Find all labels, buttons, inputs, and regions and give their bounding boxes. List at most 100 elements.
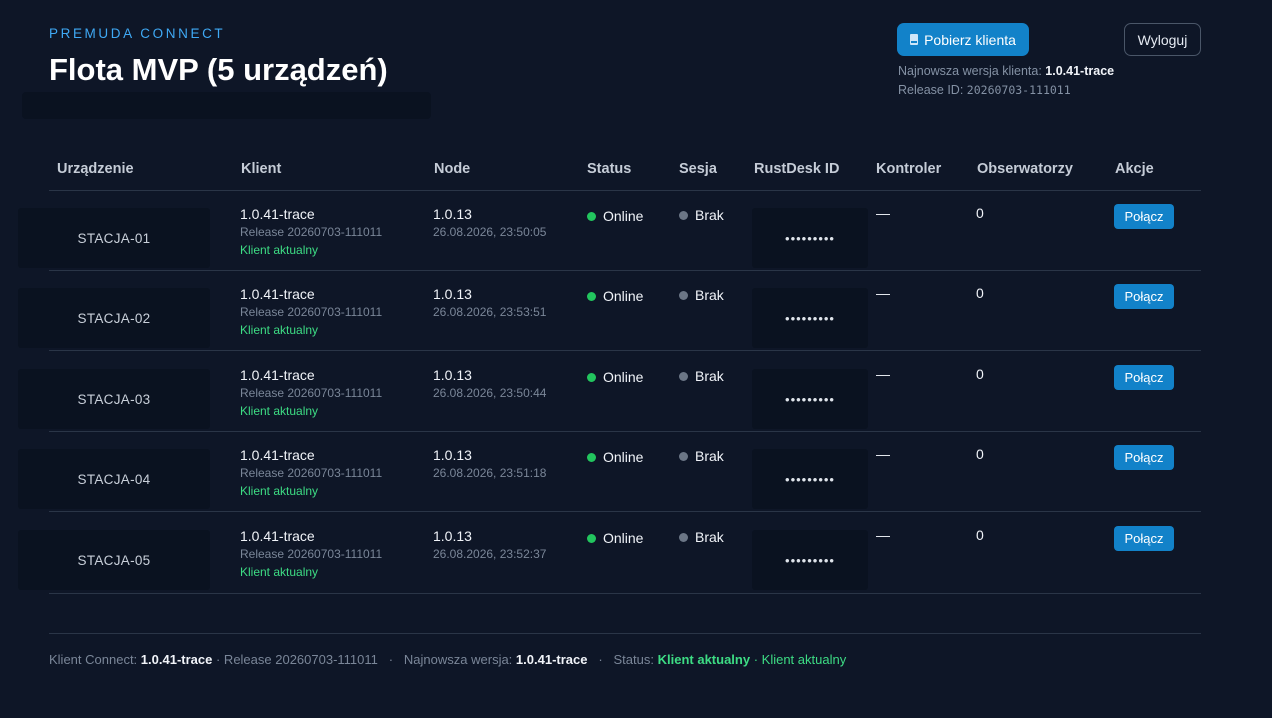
status-text: Online	[603, 208, 644, 224]
client-cell: 1.0.41-trace Release 20260703-111011 Klien…	[240, 367, 382, 418]
status-cell: Online	[587, 208, 643, 224]
status-text: Online	[603, 530, 644, 546]
session-text: Brak	[695, 448, 724, 464]
release-id-value: 20260703-111011	[966, 83, 1071, 97]
connect-button[interactable]: Połącz	[1114, 445, 1174, 470]
session-dot-icon	[679, 210, 688, 220]
table-row: STACJA-02 1.0.41-trace Release 20260703-11…	[0, 271, 1272, 351]
client-state: Klient aktualny	[240, 404, 319, 418]
controller-value: —	[876, 366, 890, 382]
footer-separator: ·	[388, 652, 394, 667]
footer-latest-label: Najnowsza wersja:	[403, 652, 513, 667]
download-client-label: Pobierz klienta	[924, 31, 1016, 48]
row-divider	[49, 350, 1201, 351]
controller-value: —	[876, 527, 890, 543]
node-version: 1.0.13	[433, 528, 472, 544]
status-text: Online	[603, 449, 644, 465]
rustdesk-id-masked: •••••••••	[752, 208, 868, 268]
session-dot-icon	[679, 532, 688, 542]
connect-button[interactable]: Połącz	[1114, 284, 1174, 309]
session-cell: Brak	[679, 529, 724, 545]
session-dot-icon	[679, 371, 688, 381]
column-header-actions: Akcje	[1115, 161, 1154, 177]
node-timestamp: 26.08.2026, 23:50:05	[433, 225, 547, 239]
table-row: STACJA-05 1.0.41-trace Release 20260703-11…	[0, 513, 1272, 593]
client-version: 1.0.41-trace	[240, 206, 315, 222]
status-cell: Online	[587, 449, 643, 465]
logout-button[interactable]: Wyloguj	[1124, 23, 1201, 56]
client-state: Klient aktualny	[240, 243, 319, 257]
node-version: 1.0.13	[433, 367, 472, 383]
node-timestamp: 26.08.2026, 23:53:51	[433, 305, 547, 319]
session-cell: Brak	[679, 448, 724, 464]
table-row: STACJA-03 1.0.41-trace Release 20260703-11…	[0, 352, 1272, 432]
footer-status-label: Status:	[613, 652, 654, 667]
rustdesk-id-masked: •••••••••	[752, 530, 868, 590]
client-state: Klient aktualny	[240, 565, 319, 579]
latest-version-info: Najnowsza wersja klienta: 1.0.41-trace	[898, 64, 1114, 78]
observers-count: 0	[976, 527, 984, 543]
row-divider	[49, 511, 1201, 512]
observers-count: 0	[976, 366, 984, 382]
footer-status-extra: · Klient aktualny	[753, 652, 847, 667]
column-header-client: Klient	[241, 161, 282, 177]
node-version: 1.0.13	[433, 206, 472, 222]
rustdesk-id-masked: •••••••••	[752, 288, 868, 348]
node-cell: 1.0.13 26.08.2026, 23:52:37	[433, 528, 546, 561]
client-release: Release 20260703-111011	[240, 225, 383, 239]
column-header-observers: Obserwatorzy	[977, 161, 1073, 177]
device-name: STACJA-03	[18, 369, 210, 429]
online-dot-icon	[587, 452, 596, 462]
device-name: STACJA-04	[18, 449, 210, 509]
device-name: STACJA-01	[18, 208, 210, 268]
redacted-subtitle	[22, 92, 431, 119]
status-cell: Online	[587, 288, 643, 304]
device-name: STACJA-05	[18, 530, 210, 590]
connect-button[interactable]: Połącz	[1114, 526, 1174, 551]
session-text: Brak	[695, 368, 724, 384]
connect-button[interactable]: Połącz	[1114, 365, 1174, 390]
page-title: Flota MVP (5 urządzeń)	[49, 52, 388, 87]
footer-separator: ·	[598, 652, 603, 667]
release-id-info: Release ID: 20260703-111011	[898, 83, 1071, 97]
column-header-device: Urządzenie	[57, 161, 134, 177]
session-text: Brak	[695, 207, 724, 223]
footer-client-value: 1.0.41-trace	[140, 652, 213, 667]
session-text: Brak	[695, 529, 724, 545]
column-header-node: Node	[434, 161, 471, 177]
node-timestamp: 26.08.2026, 23:52:37	[433, 547, 547, 561]
online-dot-icon	[587, 372, 596, 382]
session-cell: Brak	[679, 207, 724, 223]
session-dot-icon	[679, 290, 688, 300]
client-state: Klient aktualny	[240, 484, 319, 498]
session-dot-icon	[679, 451, 688, 461]
row-divider	[49, 593, 1201, 594]
client-version: 1.0.41-trace	[240, 367, 315, 383]
footer-release: · Release 20260703-111011	[215, 652, 378, 667]
footer-latest-value: 1.0.41-trace	[515, 652, 588, 667]
client-cell: 1.0.41-trace Release 20260703-111011 Klien…	[240, 528, 382, 579]
client-release: Release 20260703-111011	[240, 305, 383, 319]
observers-count: 0	[976, 205, 984, 221]
node-cell: 1.0.13 26.08.2026, 23:50:44	[433, 367, 546, 400]
online-dot-icon	[587, 211, 596, 221]
node-cell: 1.0.13 26.08.2026, 23:50:05	[433, 206, 546, 239]
rustdesk-id-masked: •••••••••	[752, 449, 868, 509]
column-header-session: Sesja	[679, 161, 717, 177]
client-release: Release 20260703-111011	[240, 547, 383, 561]
download-client-button[interactable]: Pobierz klienta	[897, 23, 1029, 56]
client-version: 1.0.41-trace	[240, 447, 315, 463]
observers-count: 0	[976, 285, 984, 301]
table-row: STACJA-04 1.0.41-trace Release 20260703-11…	[0, 432, 1272, 512]
status-text: Online	[603, 369, 644, 385]
connect-button[interactable]: Połącz	[1114, 204, 1174, 229]
table-row: STACJA-01 1.0.41-trace Release 20260703-11…	[0, 191, 1272, 271]
controller-value: —	[876, 205, 890, 221]
controller-value: —	[876, 446, 890, 462]
session-text: Brak	[695, 287, 724, 303]
client-cell: 1.0.41-trace Release 20260703-111011 Klien…	[240, 447, 382, 498]
client-release: Release 20260703-111011	[240, 386, 383, 400]
column-header-status: Status	[587, 161, 632, 177]
file-download-icon	[910, 34, 919, 45]
status-cell: Online	[587, 530, 643, 546]
